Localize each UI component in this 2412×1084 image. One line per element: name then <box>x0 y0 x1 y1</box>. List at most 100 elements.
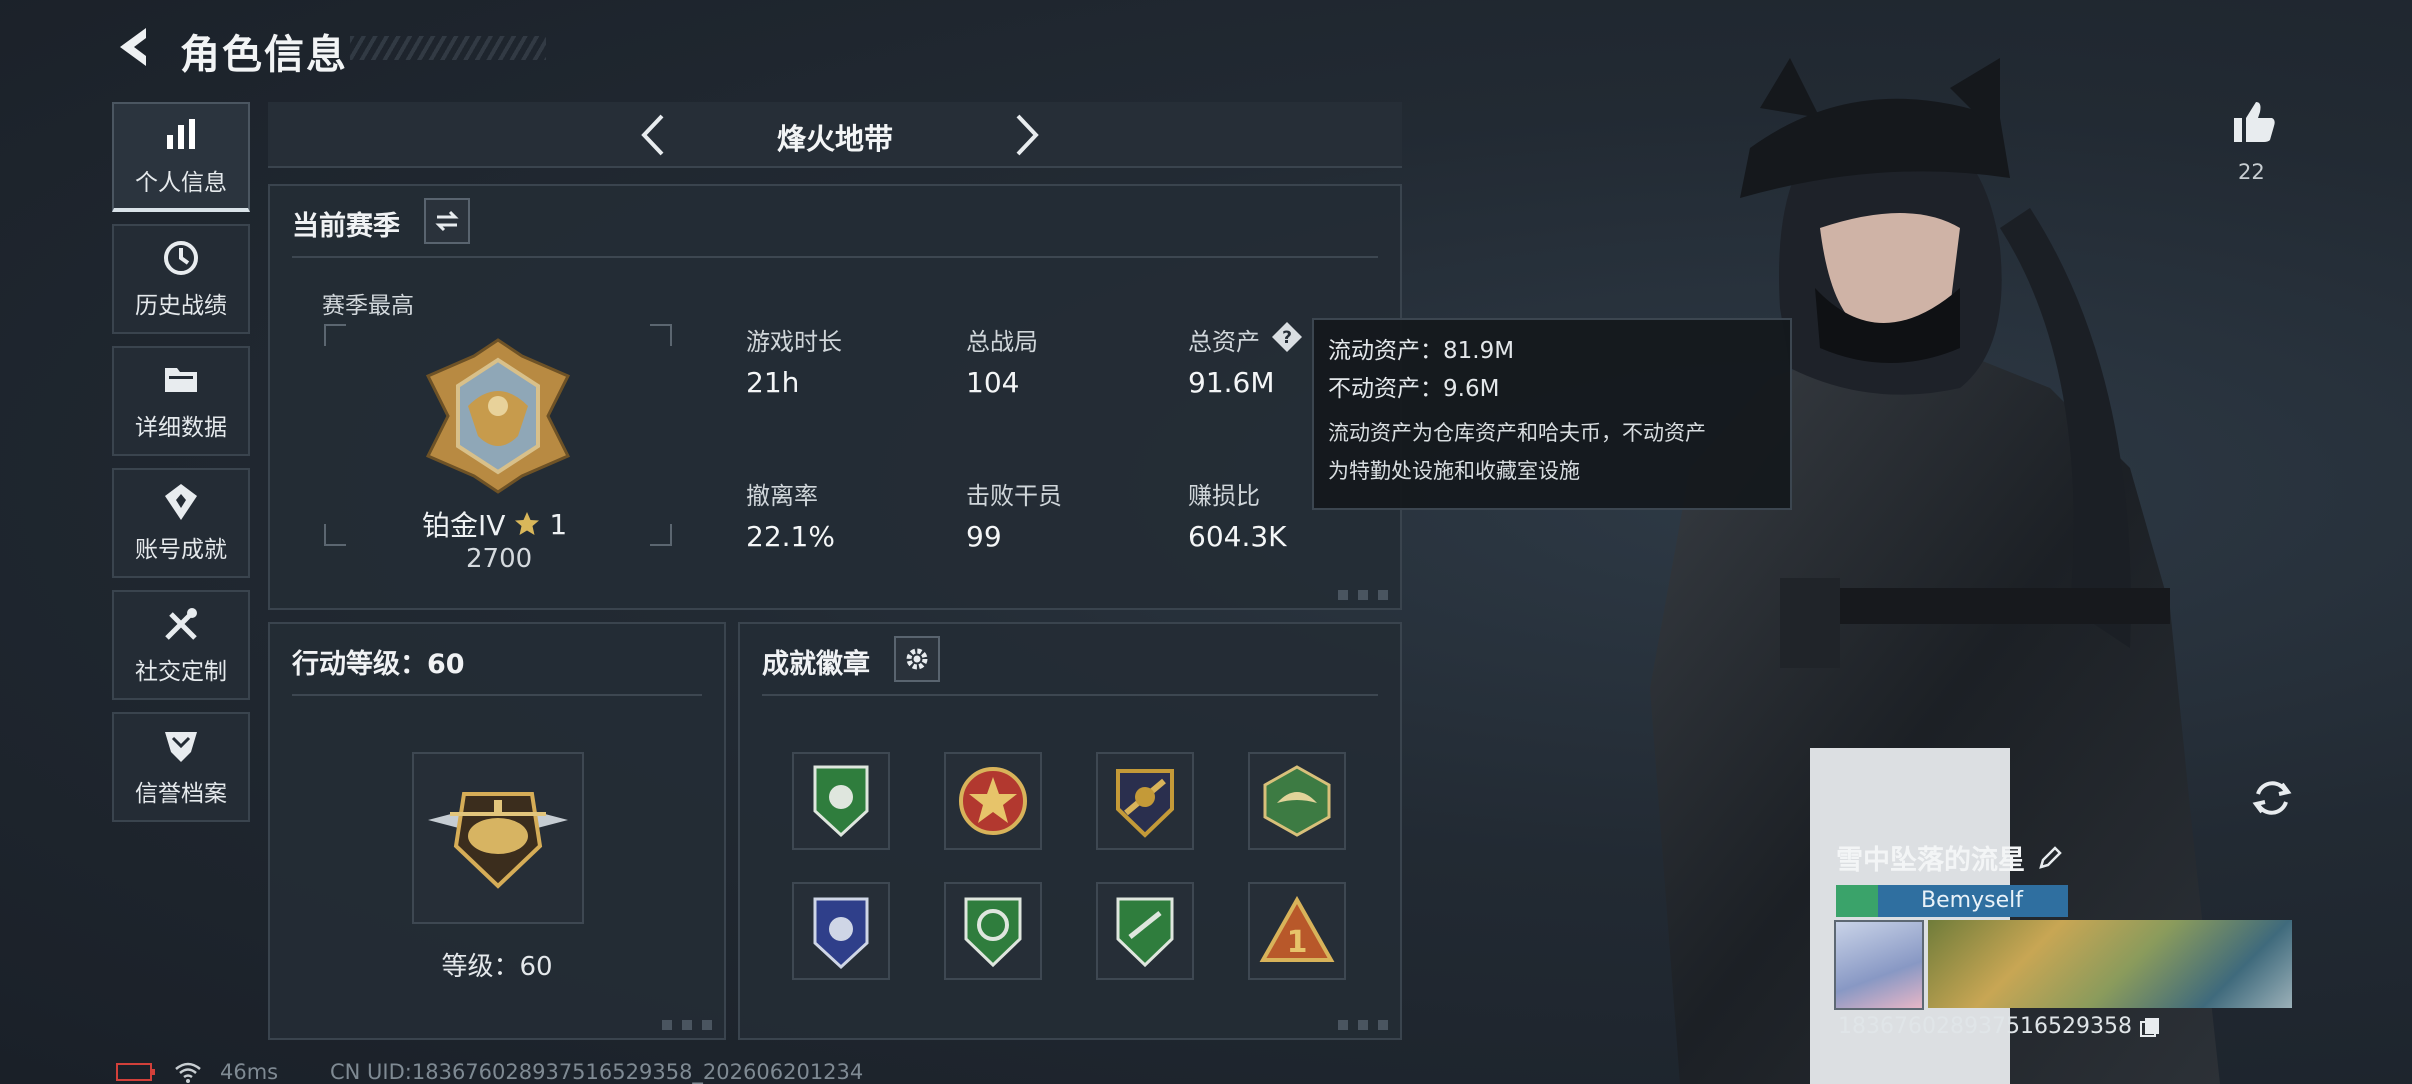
season-best-label: 赛季最高 <box>322 293 414 319</box>
star-icon <box>515 512 540 535</box>
sidebar-item-label: 信誉档案 <box>135 781 227 807</box>
stat-label-extract-rate: 撤离率 <box>746 482 818 510</box>
platinum-rank-emblem-icon <box>425 338 571 494</box>
level-emblem-box <box>412 752 584 924</box>
tooltip-fixed-assets: 不动资产：9.6M <box>1328 376 1500 402</box>
ping-value: 46ms <box>220 1060 279 1084</box>
gold-crest-badge-icon <box>1116 769 1174 838</box>
refresh-icon[interactable] <box>2246 772 2298 824</box>
sidebar-item-label: 个人信息 <box>135 170 227 196</box>
stat-label-total-assets: 总资产 <box>1188 328 1260 356</box>
mode-switcher: 烽火地带 <box>268 102 1402 168</box>
page-title: 角色信息 <box>180 32 348 78</box>
divider <box>762 694 1378 696</box>
divider <box>292 694 702 696</box>
swap-arrows-icon <box>435 210 459 232</box>
blue-shield-badge-icon <box>813 897 869 970</box>
badge-slot[interactable] <box>792 882 890 980</box>
edit-pencil-icon[interactable] <box>2037 845 2063 871</box>
back-arrow-icon[interactable] <box>112 24 158 70</box>
assets-tooltip: 流动资产：81.9M 不动资产：9.6M 流动资产为仓库资产和哈夫币，不动资产 … <box>1312 318 1792 510</box>
corner-decoration <box>662 1020 716 1030</box>
sidebar: 个人信息 历史战绩 详细数据 账号成就 社交定制 信誉档案 <box>112 102 250 834</box>
rank-score: 2700 <box>466 544 533 574</box>
sidebar-item-achievements[interactable]: 账号成就 <box>112 468 250 578</box>
like-count: 22 <box>2238 160 2265 184</box>
tooltip-description-line-1: 流动资产为仓库资产和哈夫币，不动资产 <box>1328 421 1706 445</box>
account-uid: CN UID:183676028937516529358_20260620123… <box>330 1060 864 1084</box>
badge-slot[interactable] <box>944 882 1042 980</box>
tooltip-liquid-assets: 流动资产：81.9M <box>1328 338 1515 364</box>
copy-icon[interactable] <box>2138 1015 2162 1039</box>
player-name-card: 雪中坠落的流星 Bemyself <box>1836 838 2292 917</box>
sidebar-item-personal-info[interactable]: 个人信息 <box>112 102 250 212</box>
sidebar-item-history[interactable]: 历史战绩 <box>112 224 250 334</box>
corner-decoration <box>1338 1020 1392 1030</box>
battery-low-icon <box>116 1063 155 1081</box>
thumbs-up-icon[interactable] <box>2228 96 2280 148</box>
stat-label-total-matches: 总战局 <box>966 328 1038 356</box>
stat-value-total-assets: 91.6M <box>1188 366 1275 399</box>
svg-text:1: 1 <box>1287 925 1308 960</box>
rank-star-count: 1 <box>549 507 568 541</box>
sidebar-item-label: 账号成就 <box>135 537 227 563</box>
badge-slot[interactable] <box>1096 752 1194 850</box>
player-uid: 183676028937516529358 <box>1838 1014 2132 1039</box>
wifi-icon <box>175 1062 201 1083</box>
sidebar-item-social-custom[interactable]: 社交定制 <box>112 590 250 700</box>
player-name: 雪中坠落的流星 <box>1836 845 2025 876</box>
status-bar: 46ms <box>116 1060 278 1084</box>
swap-season-button[interactable] <box>424 198 470 244</box>
triangle-one-badge-icon: 1 <box>1259 896 1335 962</box>
stat-value-operators-defeated: 99 <box>966 520 1002 553</box>
player-title-tag: Bemyself <box>1836 885 2068 917</box>
badge-slot[interactable] <box>1096 882 1194 980</box>
gear-icon <box>906 648 928 670</box>
sidebar-item-label: 历史战绩 <box>135 293 227 319</box>
stat-value-profit-loss-ratio: 604.3K <box>1188 520 1287 553</box>
sidebar-item-label: 详细数据 <box>135 415 227 441</box>
red-star-badge-icon <box>959 767 1027 835</box>
season-panel-title: 当前赛季 <box>292 211 400 242</box>
divider <box>292 256 1378 258</box>
stat-label-operators-defeated: 击败干员 <box>966 482 1062 510</box>
stat-label-profit-loss-ratio: 赚损比 <box>1188 482 1260 510</box>
stat-value-extract-rate: 22.1% <box>746 520 835 553</box>
badge-settings-button[interactable] <box>894 636 940 682</box>
green-shield-badge-icon <box>813 765 869 838</box>
level-text: 等级：60 <box>441 952 553 982</box>
shield-rank-icon <box>165 732 197 762</box>
hexagon-eagle-badge-icon <box>1263 765 1331 837</box>
rank-name-row: 铂金IV 1 <box>422 504 567 544</box>
player-name-row: 雪中坠落的流星 <box>1836 838 2292 877</box>
badges-title: 成就徽章 <box>762 649 870 680</box>
achievement-badges-panel: 成就徽章 1 <box>738 622 1402 1040</box>
chevron-right-icon[interactable] <box>1000 110 1050 160</box>
badge-slot[interactable] <box>1248 752 1346 850</box>
tools-icon <box>165 608 197 640</box>
current-season-panel: 当前赛季 赛季最高 铂金IV 1 2700 游戏时长 21h 总战局 104 总… <box>268 184 1402 610</box>
stat-value-play-time: 21h <box>746 366 800 399</box>
stat-label-play-time: 游戏时长 <box>746 328 842 356</box>
corner-decoration <box>1338 590 1392 600</box>
tooltip-description-line-2: 为特勤处设施和收藏室设施 <box>1328 459 1580 483</box>
green-round-badge-icon <box>964 897 1022 968</box>
badge-slot[interactable] <box>944 752 1042 850</box>
title-decoration <box>350 36 546 60</box>
action-level-panel: 行动等级：60 等级：60 <box>268 622 726 1040</box>
svg-text:?: ? <box>1282 328 1292 348</box>
bar-chart-icon <box>167 119 195 149</box>
sidebar-item-label: 社交定制 <box>135 659 227 685</box>
action-level-title: 行动等级：60 <box>292 649 465 680</box>
stat-value-total-matches: 104 <box>966 366 1020 399</box>
clock-history-icon <box>164 241 198 275</box>
sidebar-item-detailed-data[interactable]: 详细数据 <box>112 346 250 456</box>
avatar[interactable] <box>1834 920 1924 1010</box>
folder-icon <box>165 368 197 392</box>
sidebar-item-credit-record[interactable]: 信誉档案 <box>112 712 250 822</box>
badge-slot[interactable]: 1 <box>1248 882 1346 980</box>
helicopter-wings-emblem-icon <box>428 792 568 889</box>
help-question-icon[interactable]: ? <box>1270 320 1304 354</box>
rank-name: 铂金IV <box>422 509 506 542</box>
badge-slot[interactable] <box>792 752 890 850</box>
